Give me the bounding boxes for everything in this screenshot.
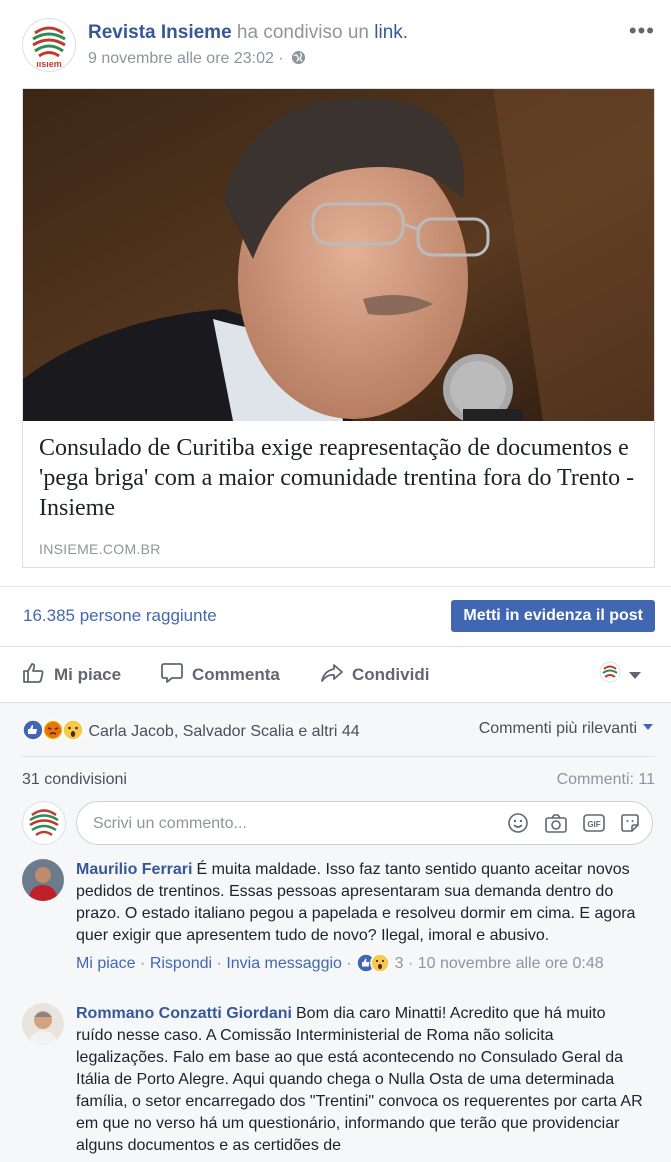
camera-icon[interactable] — [544, 812, 568, 839]
post-meta: 9 novembre alle ore 23:02 · — [88, 50, 306, 70]
svg-text:ıısıem: ıısıem — [36, 59, 62, 69]
reactions-text[interactable]: Carla Jacob, Salvador Scalia e altri 44 — [88, 723, 359, 740]
comments-section: Carla Jacob, Salvador Scalia e altri 44 … — [0, 702, 671, 1162]
post-timestamp[interactable]: 9 novembre alle ore 23:02 — [88, 50, 274, 67]
comments-count[interactable]: Commenti: 11 — [557, 771, 655, 789]
comment-time[interactable]: 10 novembre alle ore 0:48 — [418, 955, 604, 972]
comment-text: Bom dia caro Minatti! Acredito que há mu… — [76, 1005, 643, 1154]
comment-composer[interactable]: GIF — [76, 801, 653, 845]
shared-text: ha condiviso un — [236, 22, 369, 43]
meta-separator: · — [216, 955, 222, 972]
article-domain: INSIEME.COM.BR — [39, 541, 161, 557]
meta-separator: · — [346, 955, 352, 972]
page-avatar[interactable]: ıısıem — [22, 18, 76, 72]
commenter-avatar[interactable] — [22, 859, 64, 901]
comment-meta: Mi piace · Rispondi · Invia messaggio · … — [76, 953, 646, 975]
commenter-avatar[interactable] — [22, 1003, 64, 1045]
comment-message-link[interactable]: Invia messaggio — [226, 955, 342, 972]
post-author-line: Revista Insieme ha condiviso un link. — [88, 22, 408, 44]
thumbs-up-icon — [23, 663, 44, 683]
chevron-down-icon — [643, 724, 653, 730]
meta-separator: · — [278, 50, 284, 67]
comment-input[interactable] — [91, 812, 495, 836]
comment-sort-dropdown[interactable]: Commenti più rilevanti — [479, 720, 653, 738]
insieme-logo-icon: ıısıem — [32, 24, 66, 69]
reaction-icons — [22, 719, 84, 741]
article-title[interactable]: Consulado de Curitiba exige reapresentaç… — [39, 433, 639, 523]
meta-separator: · — [140, 955, 146, 972]
comment-bubble-icon — [161, 663, 183, 683]
action-bar: Mi piace Commenta Condividi — [0, 646, 671, 703]
link-word[interactable]: link. — [374, 22, 408, 43]
comment-body: Rommano Conzatti Giordani Bom dia caro Mi… — [76, 1003, 646, 1157]
globe-icon[interactable] — [291, 50, 306, 70]
article-photo[interactable] — [23, 89, 654, 421]
comment-reply-link[interactable]: Rispondi — [150, 955, 212, 972]
sticker-icon[interactable] — [619, 812, 641, 839]
comment-label: Commenta — [192, 665, 280, 684]
more-options-button[interactable]: ••• — [629, 18, 655, 44]
comment-like-link[interactable]: Mi piace — [76, 955, 136, 972]
sort-label: Commenti più rilevanti — [478, 720, 637, 737]
boost-post-button[interactable]: Metti in evidenza il post — [451, 600, 655, 632]
comment-button[interactable]: Commenta — [160, 661, 280, 685]
gif-icon[interactable]: GIF — [582, 812, 606, 839]
link-preview-card[interactable]: Consulado de Curitiba exige reapresentaç… — [22, 88, 655, 568]
comment-author[interactable]: Maurilio Ferrari — [76, 861, 192, 878]
share-arrow-icon — [321, 664, 343, 682]
page-name[interactable]: Revista Insieme — [88, 22, 232, 43]
like-label: Mi piace — [54, 665, 122, 684]
people-reached[interactable]: 16.385 persone raggiunte — [23, 606, 217, 626]
comment-body: Maurilio Ferrari É muita maldade. Isso fa… — [76, 859, 646, 975]
svg-text:GIF: GIF — [587, 820, 600, 829]
comment-author[interactable]: Rommano Conzatti Giordani — [76, 1005, 292, 1022]
comment-reaction-icons[interactable] — [356, 953, 390, 973]
comment-reaction-count[interactable]: 3 — [395, 955, 404, 972]
chevron-down-icon — [629, 672, 641, 679]
insights-row: 16.385 persone raggiunte Metti in eviden… — [0, 586, 671, 647]
post-header: ıısıem Revista Insieme ha condiviso un l… — [0, 0, 671, 90]
composer-avatar — [22, 801, 66, 845]
emoji-icon[interactable] — [507, 812, 529, 839]
like-button[interactable]: Mi piace — [22, 661, 121, 685]
page-avatar-small-icon — [599, 661, 621, 683]
post-as-selector[interactable] — [599, 661, 641, 688]
divider — [22, 756, 655, 757]
shares-count[interactable]: 31 condivisioni — [22, 771, 127, 789]
meta-separator: · — [407, 955, 414, 972]
share-button[interactable]: Condividi — [320, 661, 429, 685]
share-label: Condividi — [352, 665, 430, 684]
reactions-summary[interactable]: Carla Jacob, Salvador Scalia e altri 44 — [22, 719, 360, 741]
